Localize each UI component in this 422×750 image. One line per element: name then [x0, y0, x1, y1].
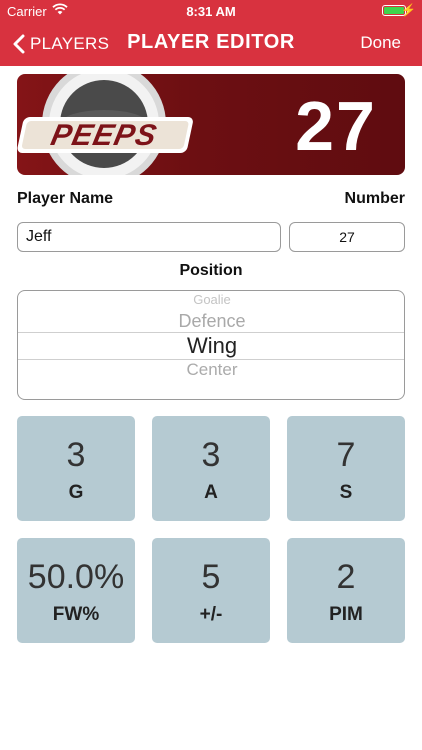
- status-bar: Carrier 8:31 AM ⚡: [0, 0, 422, 22]
- picker-option-center[interactable]: Center: [18, 360, 404, 380]
- header-bar: Carrier 8:31 AM ⚡ PLAYERS PLAYER EDITOR …: [0, 0, 422, 66]
- player-name-input[interactable]: Jeff: [17, 222, 281, 252]
- page-title: PLAYER EDITOR: [127, 31, 295, 53]
- stat-label: G: [68, 482, 84, 503]
- stat-tile-assists[interactable]: 3 A: [152, 416, 270, 521]
- stat-value: 2: [336, 558, 356, 596]
- svg-text:PEEPS: PEEPS: [48, 119, 160, 152]
- stat-value: 3: [201, 436, 221, 474]
- position-label: Position: [179, 262, 243, 279]
- stat-value: 7: [336, 436, 356, 474]
- done-button[interactable]: Done: [360, 33, 401, 53]
- stat-label: +/-: [199, 604, 223, 625]
- picker-option-defence[interactable]: Defence: [18, 311, 404, 332]
- stat-value: 3: [66, 436, 86, 474]
- player-name-label: Player Name: [17, 190, 114, 207]
- number-label: Number: [344, 190, 405, 207]
- stat-value: 5: [201, 558, 221, 596]
- status-time: 8:31 AM: [186, 4, 236, 19]
- stat-label: A: [204, 482, 218, 503]
- stat-label: FW%: [52, 604, 100, 625]
- number-input[interactable]: 27: [289, 222, 405, 252]
- banner-player-number: 27: [295, 87, 377, 165]
- player-banner: PEEPS 27: [17, 74, 405, 175]
- position-picker[interactable]: Goalie Defence Wing Center: [17, 290, 405, 400]
- picker-option-wing-selected[interactable]: Wing: [18, 333, 404, 359]
- stat-tile-plus-minus[interactable]: 5 +/-: [152, 538, 270, 643]
- stat-label: S: [339, 482, 353, 503]
- stat-label: PIM: [329, 604, 363, 625]
- charging-bolt-icon: ⚡: [401, 3, 416, 17]
- picker-option-goalie[interactable]: Goalie: [18, 294, 404, 306]
- stat-tile-goals[interactable]: 3 G: [17, 416, 135, 521]
- stat-tile-faceoff-win-pct[interactable]: 50.0% FW%: [17, 538, 135, 643]
- stat-tile-penalty-minutes[interactable]: 2 PIM: [287, 538, 405, 643]
- stat-tile-shots[interactable]: 7 S: [287, 416, 405, 521]
- team-logo: PEEPS: [17, 74, 193, 175]
- stat-value: 50.0%: [27, 558, 125, 596]
